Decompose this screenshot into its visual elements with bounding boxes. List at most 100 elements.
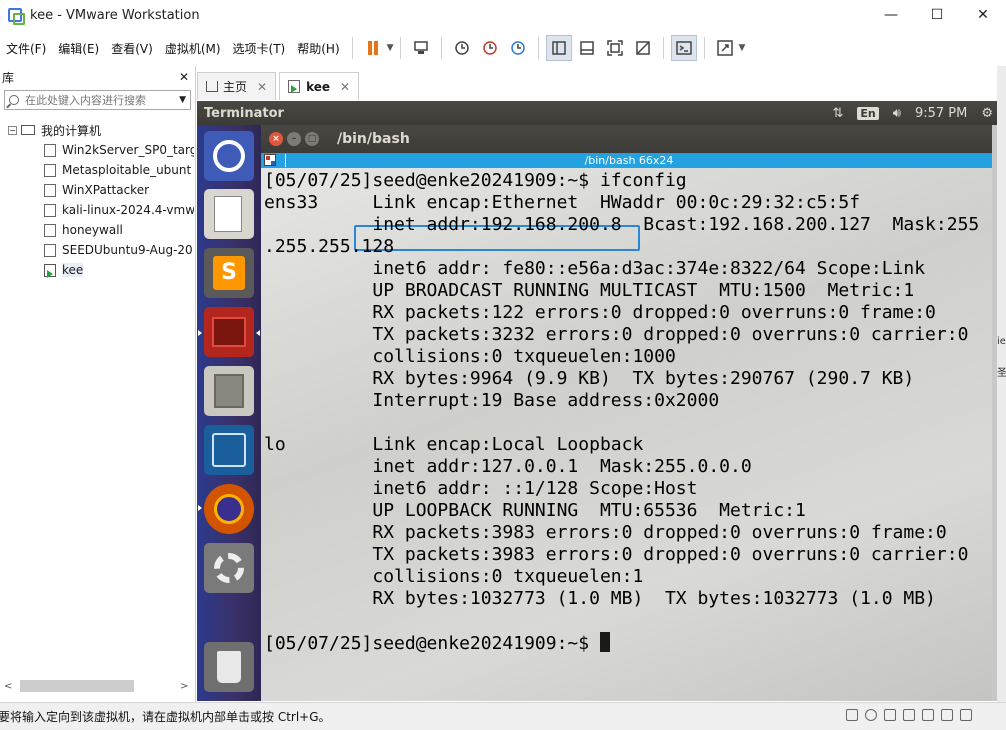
fullscreen-button[interactable] xyxy=(602,35,628,61)
tree-item-vm[interactable]: SEEDUbuntu9-Aug-20 xyxy=(0,240,194,260)
firefox-icon[interactable] xyxy=(204,484,254,534)
snapshot-button[interactable] xyxy=(449,35,475,61)
guest-active-app-name: Terminator xyxy=(204,105,284,121)
vm-icon xyxy=(44,203,56,217)
menu-vm[interactable]: 虚拟机(M) xyxy=(159,40,227,57)
settings-icon[interactable] xyxy=(204,543,254,593)
guest-top-panel: Terminator ⇅ En 🔊︎ 9:57 PM ⚙ xyxy=(197,101,997,125)
snapshot-manager-button[interactable] xyxy=(505,35,531,61)
launcher-focus-pip xyxy=(256,330,260,336)
snapshot-manager-icon xyxy=(510,41,525,55)
tree-item-vm[interactable]: Metasploitable_ubunt xyxy=(0,160,194,180)
menu-file[interactable]: 文件(F) xyxy=(0,40,52,57)
keyboard-layout-indicator[interactable]: En xyxy=(857,106,879,120)
gear-icon[interactable]: ⚙ xyxy=(981,106,993,121)
send-keys-button[interactable] xyxy=(408,35,434,61)
cd-drive-icon[interactable] xyxy=(865,709,877,721)
stretch-button[interactable] xyxy=(712,35,738,61)
network-updown-icon[interactable]: ⇅ xyxy=(832,106,843,121)
ubuntu-icon[interactable] xyxy=(204,131,254,181)
text-editor-icon[interactable] xyxy=(204,189,254,239)
toolbar-divider xyxy=(351,37,353,59)
launcher-running-pip xyxy=(198,330,202,336)
terminator-group-icon[interactable] xyxy=(264,154,276,166)
volume-icon[interactable]: 🔊︎ xyxy=(893,106,901,121)
stretch-icon xyxy=(716,40,733,56)
tab-home[interactable]: 主页 ✕ xyxy=(197,72,277,100)
vm-icon xyxy=(44,183,56,197)
library-view-icon xyxy=(551,41,566,55)
maximize-button[interactable]: ☐ xyxy=(914,0,960,30)
pause-icon xyxy=(367,41,372,55)
sound-card-icon[interactable] xyxy=(922,709,934,721)
paper-glyph xyxy=(214,196,242,232)
console-view-button[interactable] xyxy=(574,35,600,61)
background-window-text: 圣 xyxy=(997,368,1006,379)
menu-tabs[interactable]: 选项卡(T) xyxy=(227,40,292,57)
hard-disk-icon[interactable] xyxy=(846,709,858,721)
tree-root-label: 我的计算机 xyxy=(41,123,102,138)
terminal-cursor xyxy=(599,632,610,652)
vm-icon xyxy=(44,163,56,177)
menu-view[interactable]: 查看(V) xyxy=(105,40,159,57)
tree-item-vm[interactable]: honeywall xyxy=(0,220,194,240)
guest-clock[interactable]: 9:57 PM xyxy=(915,106,967,121)
menu-edit[interactable]: 编辑(E) xyxy=(52,40,105,57)
terminal-titlebar[interactable]: × – □ /bin/bash xyxy=(261,125,997,153)
fullscreen-icon xyxy=(606,40,623,56)
terminal-output[interactable]: [05/07/25]seed@enke20241909:~$ ifconfig … xyxy=(264,170,979,655)
chevron-down-icon[interactable]: ▼ xyxy=(179,95,186,105)
usb-icon[interactable] xyxy=(903,709,915,721)
tree-item-vm[interactable]: kali-linux-2024.4-vmw xyxy=(0,200,194,220)
gear-glyph xyxy=(214,553,244,583)
menu-help[interactable]: 帮助(H) xyxy=(291,40,345,57)
tree-item-vm[interactable]: Win2kServer_SP0_targ xyxy=(0,140,194,160)
sublime-icon[interactable]: S xyxy=(204,248,254,298)
terminal-body[interactable]: [05/07/25]seed@enke20241909:~$ ifconfig … xyxy=(261,168,997,701)
network-adapter-icon[interactable] xyxy=(884,709,896,721)
vm-console[interactable]: Terminator ⇅ En 🔊︎ 9:57 PM ⚙ S × – □ /bi… xyxy=(197,101,997,701)
minimize-button[interactable]: — xyxy=(868,0,914,30)
tab-kee[interactable]: kee ✕ xyxy=(279,72,360,100)
pause-dropdown-icon[interactable]: ▼ xyxy=(387,43,394,53)
library-search-input[interactable]: 在此处键入内容进行搜索 ▼ xyxy=(4,90,191,110)
tree-item-vm-kee[interactable]: kee xyxy=(0,260,194,280)
toolbar-divider xyxy=(399,37,401,59)
revert-snapshot-button[interactable] xyxy=(477,35,503,61)
pause-icon-bar xyxy=(373,41,378,55)
tab-strip: 主页 ✕ kee ✕ xyxy=(197,72,362,100)
pause-button[interactable] xyxy=(360,35,386,61)
title-bar: kee - VMware Workstation — ☐ ✕ xyxy=(0,0,1006,30)
collapse-icon[interactable]: − xyxy=(8,125,17,135)
trash-icon[interactable] xyxy=(204,642,254,692)
files-icon[interactable] xyxy=(204,366,254,416)
tab-kee-close-button[interactable]: ✕ xyxy=(340,80,350,94)
terminal-maximize-button[interactable]: □ xyxy=(305,132,319,146)
display-icon[interactable] xyxy=(941,709,953,721)
terminal-close-button[interactable]: × xyxy=(269,132,283,146)
vmware-app-icon xyxy=(8,8,25,25)
scroll-left-icon[interactable]: < xyxy=(4,681,12,692)
message-log-icon[interactable] xyxy=(960,709,972,721)
library-close-button[interactable]: ✕ xyxy=(179,70,189,84)
bin-glyph xyxy=(217,651,241,683)
terminator-titlebar[interactable]: /bin/bash 66x24 xyxy=(261,153,997,168)
unity-button[interactable] xyxy=(630,35,656,61)
tree-item-label: kali-linux-2024.4-vmw xyxy=(62,203,194,217)
terminal-title: /bin/bash xyxy=(337,131,410,147)
red-app-icon[interactable] xyxy=(204,307,254,357)
wireshark-icon[interactable] xyxy=(204,425,254,475)
close-button[interactable]: ✕ xyxy=(960,0,1006,30)
terminal-button[interactable] xyxy=(670,35,697,61)
tab-home-close-button[interactable]: ✕ xyxy=(257,80,267,94)
library-horizontal-scrollbar[interactable]: < > xyxy=(2,678,192,694)
scrollbar-thumb[interactable] xyxy=(20,680,134,692)
console-view-icon xyxy=(579,41,594,55)
stretch-dropdown-icon[interactable]: ▼ xyxy=(739,43,746,53)
tree-item-vm[interactable]: WinXPattacker xyxy=(0,180,194,200)
library-view-button[interactable] xyxy=(545,35,572,61)
scroll-right-icon[interactable]: > xyxy=(180,681,188,692)
tree-root-my-computer[interactable]: − 我的计算机 xyxy=(0,120,194,140)
terminal-minimize-button[interactable]: – xyxy=(287,132,301,146)
snapshot-icon xyxy=(454,41,469,55)
